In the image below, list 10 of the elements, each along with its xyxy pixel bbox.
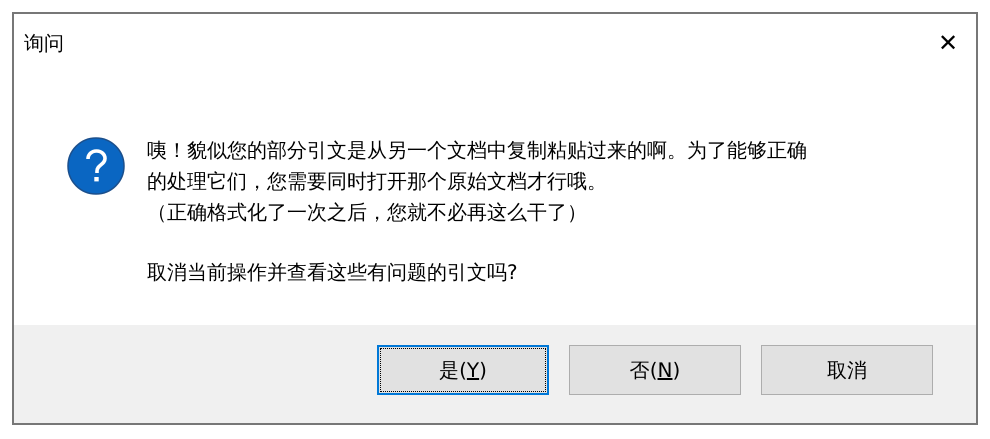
window-title: 询问 <box>24 30 64 56</box>
question-icon <box>67 137 125 195</box>
message-text: 咦！貌似您的部分引文是从另一个文档中复制粘贴过来的啊。为了能够正确 <box>147 137 807 164</box>
question-text: 取消当前操作并查看这些有问题的引文吗? <box>147 259 519 286</box>
dialog-button[interactable]: 取消 <box>761 345 933 395</box>
dialog-button[interactable]: 否(N) <box>569 345 741 395</box>
close-button[interactable]: ✕ <box>938 31 958 55</box>
message-text: （正确格式化了一次之后，您就不必再这么干了） <box>147 199 588 226</box>
message-text: 的处理它们，您需要同时打开那个原始文档才行哦。 <box>147 168 608 195</box>
dialog-button[interactable]: 是(Y) <box>377 345 549 395</box>
